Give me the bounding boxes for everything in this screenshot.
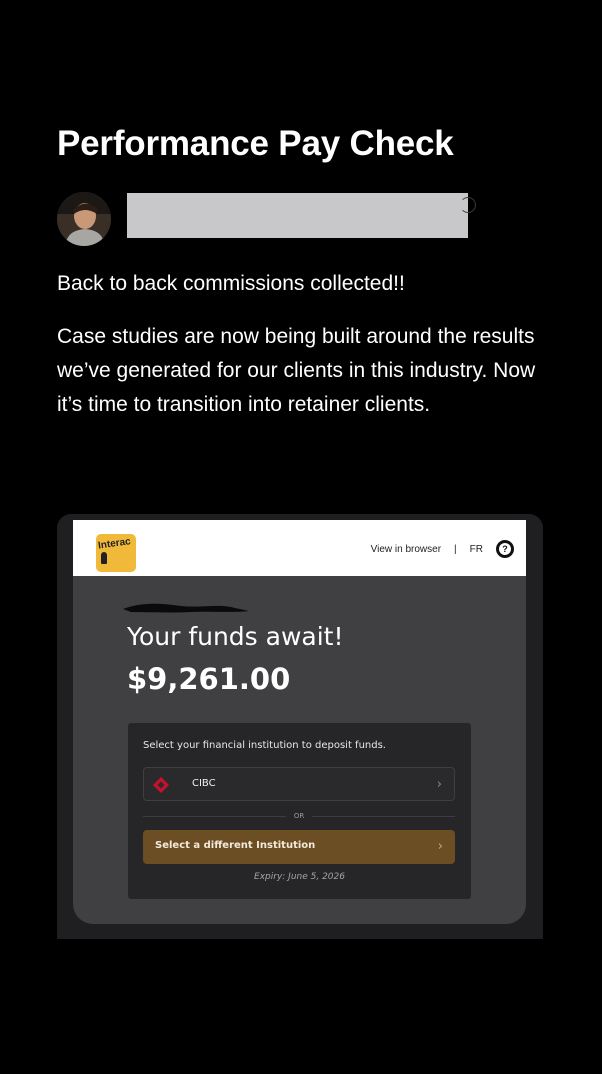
deposit-panel: Select your financial institution to dep… <box>128 723 471 899</box>
interac-logo: Interac <box>96 534 136 572</box>
email-header: Interac View in browser | FR ? <box>73 520 526 576</box>
funds-heading: Your funds await! <box>127 622 344 651</box>
expiry-date: Expiry: June 5, 2026 <box>254 872 345 882</box>
select-different-institution-button[interactable]: Select a different Institution › <box>143 830 455 864</box>
header-links: View in browser | FR ? <box>371 540 514 558</box>
email-card: Your funds await! $9,261.00 Select your … <box>73 576 526 924</box>
interac-email-screenshot: Interac View in browser | FR ? Your fund… <box>57 514 543 939</box>
funds-amount: $9,261.00 <box>127 662 291 696</box>
post-body: Case studies are now being built around … <box>57 325 536 416</box>
post-title: Performance Pay Check <box>57 124 454 163</box>
cibc-logo-icon <box>153 777 169 793</box>
chevron-right-icon: › <box>436 777 442 792</box>
cibc-institution-button[interactable]: CIBC › <box>143 767 455 801</box>
view-in-browser-link[interactable]: View in browser <box>371 544 441 555</box>
redacted-username <box>127 193 476 238</box>
or-divider: OR <box>143 810 455 822</box>
language-link[interactable]: FR <box>470 544 483 555</box>
author-avatar[interactable] <box>57 192 111 246</box>
institution-label: CIBC <box>192 778 216 789</box>
header-separator: | <box>454 543 457 555</box>
redacted-sender-name <box>123 603 249 613</box>
chevron-right-icon: › <box>437 839 443 854</box>
post-headline: Back to back commissions collected!! <box>57 272 405 295</box>
different-institution-label: Select a different Institution <box>155 840 316 851</box>
deposit-instruction: Select your financial institution to dep… <box>143 740 386 751</box>
help-icon[interactable]: ? <box>496 540 514 558</box>
